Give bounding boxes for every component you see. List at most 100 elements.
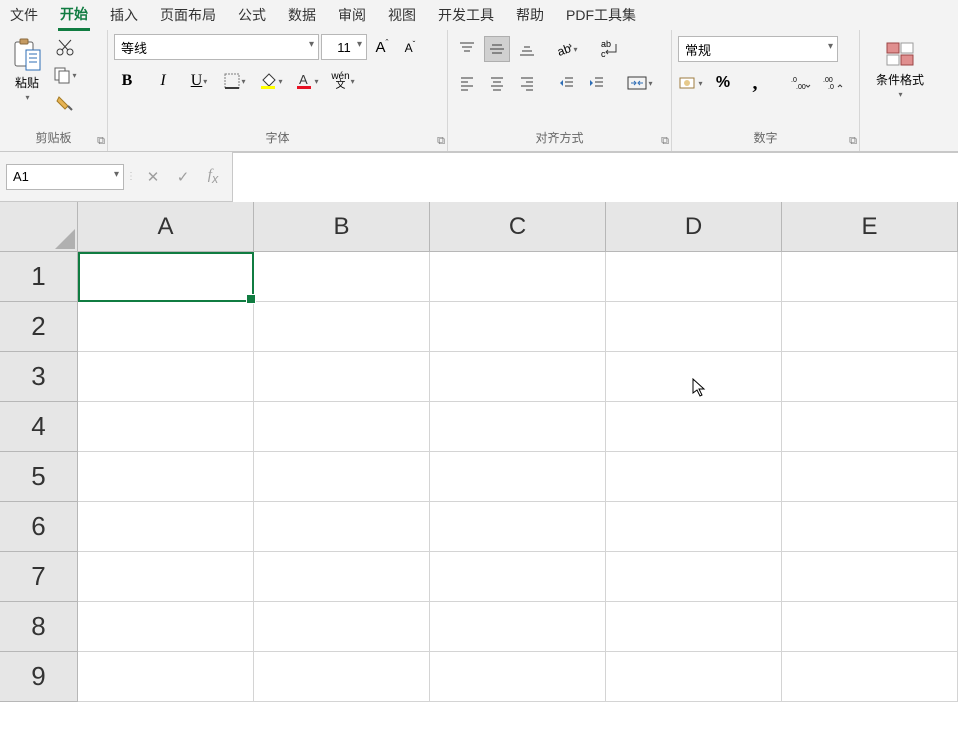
- cell-D8[interactable]: [606, 602, 782, 652]
- cell-D6[interactable]: [606, 502, 782, 552]
- comma-button[interactable]: ,: [742, 70, 768, 96]
- cell-E5[interactable]: [782, 452, 958, 502]
- cell-B3[interactable]: [254, 352, 430, 402]
- percent-button[interactable]: %: [710, 70, 736, 96]
- cell-A6[interactable]: [78, 502, 254, 552]
- cell-D7[interactable]: [606, 552, 782, 602]
- cell-B1[interactable]: [254, 252, 430, 302]
- fill-color-button[interactable]: ▾: [258, 68, 284, 94]
- row-header-4[interactable]: 4: [0, 402, 78, 452]
- menu-file[interactable]: 文件: [8, 1, 40, 29]
- number-format-select[interactable]: [678, 36, 838, 62]
- cell-A3[interactable]: [78, 352, 254, 402]
- align-right-button[interactable]: [514, 70, 540, 96]
- align-top-button[interactable]: [454, 36, 480, 62]
- col-header-A[interactable]: A: [78, 202, 254, 252]
- cells-area[interactable]: [78, 252, 958, 735]
- cell-B5[interactable]: [254, 452, 430, 502]
- row-header-8[interactable]: 8: [0, 602, 78, 652]
- row-header-3[interactable]: 3: [0, 352, 78, 402]
- bold-button[interactable]: B: [114, 68, 140, 94]
- decrease-indent-button[interactable]: [554, 70, 580, 96]
- menu-review[interactable]: 审阅: [336, 1, 368, 29]
- cell-B6[interactable]: [254, 502, 430, 552]
- cell-A7[interactable]: [78, 552, 254, 602]
- cell-C9[interactable]: [430, 652, 606, 702]
- cell-C7[interactable]: [430, 552, 606, 602]
- font-launcher[interactable]: ⧉: [431, 135, 445, 149]
- enter-formula-button[interactable]: ✓: [168, 162, 198, 192]
- cell-B8[interactable]: [254, 602, 430, 652]
- menu-home[interactable]: 开始: [58, 0, 90, 31]
- cell-C5[interactable]: [430, 452, 606, 502]
- insert-function-button[interactable]: fx: [198, 162, 228, 192]
- cell-A8[interactable]: [78, 602, 254, 652]
- menu-help[interactable]: 帮助: [514, 1, 546, 29]
- copy-button[interactable]: ▾: [52, 62, 78, 88]
- cell-D4[interactable]: [606, 402, 782, 452]
- cell-D2[interactable]: [606, 302, 782, 352]
- menu-developer[interactable]: 开发工具: [436, 1, 496, 29]
- cell-A5[interactable]: [78, 452, 254, 502]
- merge-center-button[interactable]: ▾: [624, 70, 656, 96]
- conditional-format-button[interactable]: 条件格式 ▾: [870, 34, 930, 106]
- cell-B9[interactable]: [254, 652, 430, 702]
- align-center-button[interactable]: [484, 70, 510, 96]
- cell-C2[interactable]: [430, 302, 606, 352]
- cell-C6[interactable]: [430, 502, 606, 552]
- decrease-font-button[interactable]: Aˇ: [397, 34, 423, 60]
- align-left-button[interactable]: [454, 70, 480, 96]
- cell-D9[interactable]: [606, 652, 782, 702]
- italic-button[interactable]: I: [150, 68, 176, 94]
- cell-E3[interactable]: [782, 352, 958, 402]
- underline-button[interactable]: U▾: [186, 68, 212, 94]
- row-header-5[interactable]: 5: [0, 452, 78, 502]
- cell-E8[interactable]: [782, 602, 958, 652]
- format-painter-button[interactable]: [52, 90, 78, 116]
- cell-B4[interactable]: [254, 402, 430, 452]
- decrease-decimal-button[interactable]: .00.0: [820, 70, 846, 96]
- col-header-B[interactable]: B: [254, 202, 430, 252]
- row-header-6[interactable]: 6: [0, 502, 78, 552]
- row-header-9[interactable]: 9: [0, 652, 78, 702]
- menu-insert[interactable]: 插入: [108, 1, 140, 29]
- formula-input[interactable]: [232, 152, 958, 202]
- cell-C1[interactable]: [430, 252, 606, 302]
- cell-E1[interactable]: [782, 252, 958, 302]
- cell-C3[interactable]: [430, 352, 606, 402]
- cell-B2[interactable]: [254, 302, 430, 352]
- col-header-D[interactable]: D: [606, 202, 782, 252]
- name-box[interactable]: [6, 164, 124, 190]
- clipboard-launcher[interactable]: ⧉: [91, 135, 105, 149]
- number-launcher[interactable]: ⧉: [843, 135, 857, 149]
- cell-B7[interactable]: [254, 552, 430, 602]
- phonetic-button[interactable]: wén文▾: [330, 68, 356, 94]
- row-header-1[interactable]: 1: [0, 252, 78, 302]
- cell-C8[interactable]: [430, 602, 606, 652]
- cell-A1[interactable]: [78, 252, 254, 302]
- cell-A4[interactable]: [78, 402, 254, 452]
- menu-formulas[interactable]: 公式: [236, 1, 268, 29]
- paste-button[interactable]: 粘贴 ▾: [6, 34, 48, 106]
- wrap-text-button[interactable]: abc: [594, 36, 626, 62]
- increase-decimal-button[interactable]: .0.00: [788, 70, 814, 96]
- menu-pdf-tools[interactable]: PDF工具集: [564, 1, 638, 29]
- cell-E2[interactable]: [782, 302, 958, 352]
- menu-page-layout[interactable]: 页面布局: [158, 1, 218, 29]
- col-header-C[interactable]: C: [430, 202, 606, 252]
- cancel-formula-button[interactable]: ✕: [138, 162, 168, 192]
- menu-view[interactable]: 视图: [386, 1, 418, 29]
- align-bottom-button[interactable]: [514, 36, 540, 62]
- cell-C4[interactable]: [430, 402, 606, 452]
- cell-A2[interactable]: [78, 302, 254, 352]
- cell-E6[interactable]: [782, 502, 958, 552]
- cut-button[interactable]: [52, 34, 78, 60]
- font-size-select[interactable]: [321, 34, 367, 60]
- row-header-2[interactable]: 2: [0, 302, 78, 352]
- select-all-corner[interactable]: [0, 202, 78, 252]
- increase-indent-button[interactable]: [584, 70, 610, 96]
- row-header-7[interactable]: 7: [0, 552, 78, 602]
- orientation-button[interactable]: ab▾: [554, 36, 580, 62]
- cell-E9[interactable]: [782, 652, 958, 702]
- border-button[interactable]: ▾: [222, 68, 248, 94]
